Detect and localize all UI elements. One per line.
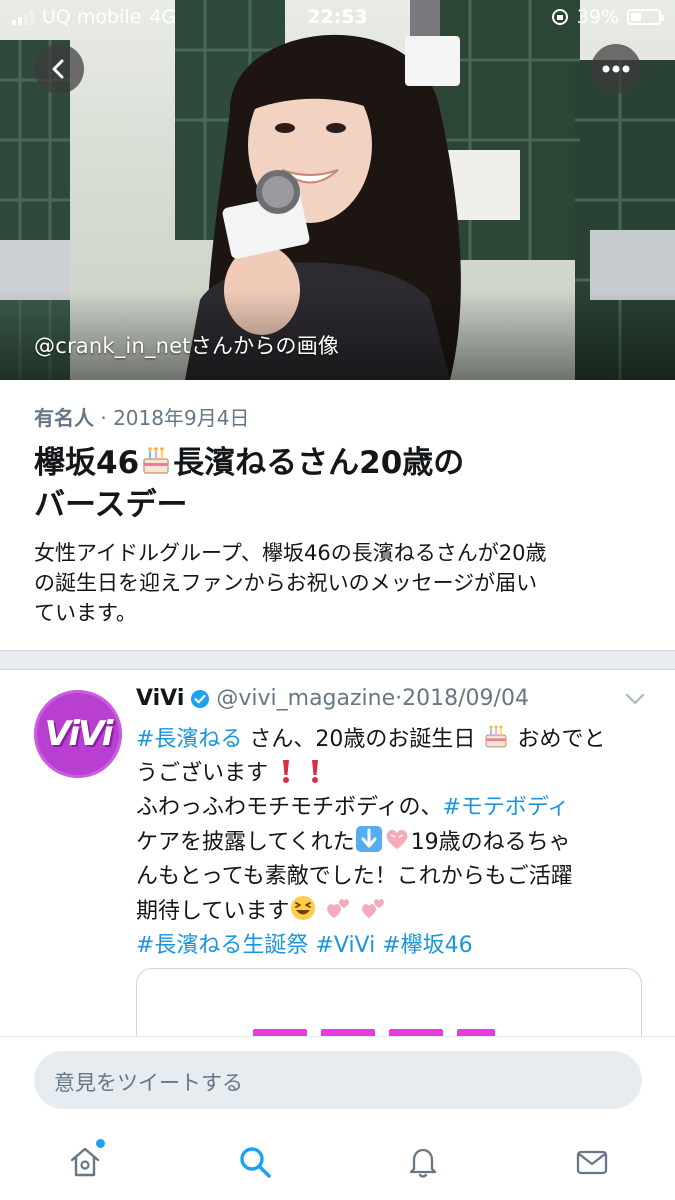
battery-icon: [627, 9, 664, 25]
tweet-text-run: 19歳のねるちゃ: [410, 830, 571, 855]
tab-search[interactable]: [225, 1137, 285, 1187]
pink-heart-emoji-icon: [386, 829, 407, 849]
exclamation-emoji-icon: [283, 760, 290, 783]
tweet-text-run: んもとっても素敵でした！これからもご活躍: [136, 864, 573, 889]
tweet-composer-input[interactable]: 意見をツイートする: [34, 1051, 642, 1109]
title-part-b: 長濱ねるさん20歳の: [173, 445, 465, 481]
status-bar: UQ mobile 4G 22:53 39%: [0, 0, 675, 36]
back-button[interactable]: [34, 44, 84, 94]
more-dots-icon: [602, 65, 630, 73]
tweet-text-run: うございます: [136, 761, 269, 786]
tweet-text-run: ケアを披露してくれた: [136, 830, 355, 855]
exclamation-emoji-icon: [312, 760, 319, 783]
meta-separator: ·: [94, 406, 114, 430]
hashtag-link[interactable]: #長濱ねる生誕祭: [136, 933, 308, 958]
tweet-text: #長濱ねる さん、20歳のお誕生日 おめでと うございます ふわっふわモチモチボ…: [136, 722, 636, 963]
moment-hero-image: @crank_in_netさんからの画像: [0, 0, 675, 380]
hashtag-link[interactable]: #欅坂46: [382, 933, 472, 958]
two-hearts-emoji-icon: [327, 898, 350, 918]
tweet-text-run: 期待しています: [136, 899, 290, 924]
tweet-text-run: さん、20歳のお誕生日: [242, 727, 476, 752]
title-part-a: 欅坂46: [34, 445, 140, 481]
description-line: 女性アイドルグループ、欅坂46の長濱ねるさんが20歳: [34, 541, 547, 565]
back-arrow-icon: [52, 59, 64, 79]
rotation-lock-icon: [551, 9, 568, 25]
battery-percent: 39%: [576, 6, 619, 28]
search-icon: [240, 1147, 271, 1178]
down-arrow-emoji-icon: [355, 826, 382, 852]
moment-description: 女性アイドルグループ、欅坂46の長濱ねるさんが20歳 の誕生日を迎えファンからお…: [34, 538, 644, 628]
tab-messages[interactable]: [562, 1137, 622, 1187]
image-credit: @crank_in_netさんからの画像: [34, 334, 340, 358]
tweet-text-run: ふわっふわモチモチボディの、: [136, 795, 443, 820]
messages-envelope-icon: [576, 1150, 608, 1175]
section-divider: [0, 650, 675, 670]
moment-meta: 有名人 · 2018年9月4日: [34, 402, 249, 431]
more-options-button[interactable]: [591, 44, 641, 94]
tab-bar: [0, 1127, 675, 1200]
bottom-bar: 意見をツイートする: [0, 1036, 675, 1200]
cake-emoji-icon: [143, 447, 169, 474]
title-line-2: バースデー: [34, 487, 188, 523]
tweet-header: ViVi @vivi_magazine · 2018/09/04: [136, 686, 529, 711]
moment-title: 欅坂46 長濱ねるさん20歳の バースデー: [34, 442, 644, 526]
author-handle[interactable]: @vivi_magazine: [216, 686, 395, 711]
notification-dot: [96, 1139, 105, 1148]
description-line: の誕生日を迎えファンからお祝いのメッセージが届い: [34, 571, 538, 595]
header-separator: ·: [395, 686, 403, 711]
hashtag-link[interactable]: #ViVi: [315, 933, 375, 958]
avatar-logo-text: ViVi: [44, 714, 114, 754]
tweet-text-run: おめでと: [517, 727, 606, 752]
cake-emoji-icon: [485, 725, 507, 748]
chevron-down-icon[interactable]: [624, 692, 646, 706]
moment-category: 有名人: [34, 406, 94, 430]
hashtag-link[interactable]: #モテボディ: [442, 795, 569, 820]
moment-date: 2018年9月4日: [113, 406, 250, 430]
tab-home[interactable]: [55, 1137, 115, 1187]
tweet-date[interactable]: 2018/09/04: [402, 686, 529, 711]
description-line: ています。: [34, 601, 137, 625]
laughing-emoji-icon: [291, 896, 316, 920]
avatar[interactable]: ViVi: [34, 690, 122, 778]
verified-badge-icon: [191, 689, 210, 708]
hashtag-link[interactable]: #長濱ねる: [136, 727, 242, 752]
notifications-bell-icon: [409, 1148, 437, 1178]
author-name[interactable]: ViVi: [136, 686, 184, 711]
home-icon: [70, 1147, 100, 1177]
tab-notifications[interactable]: [393, 1137, 453, 1187]
two-hearts-emoji-icon: [362, 898, 385, 918]
